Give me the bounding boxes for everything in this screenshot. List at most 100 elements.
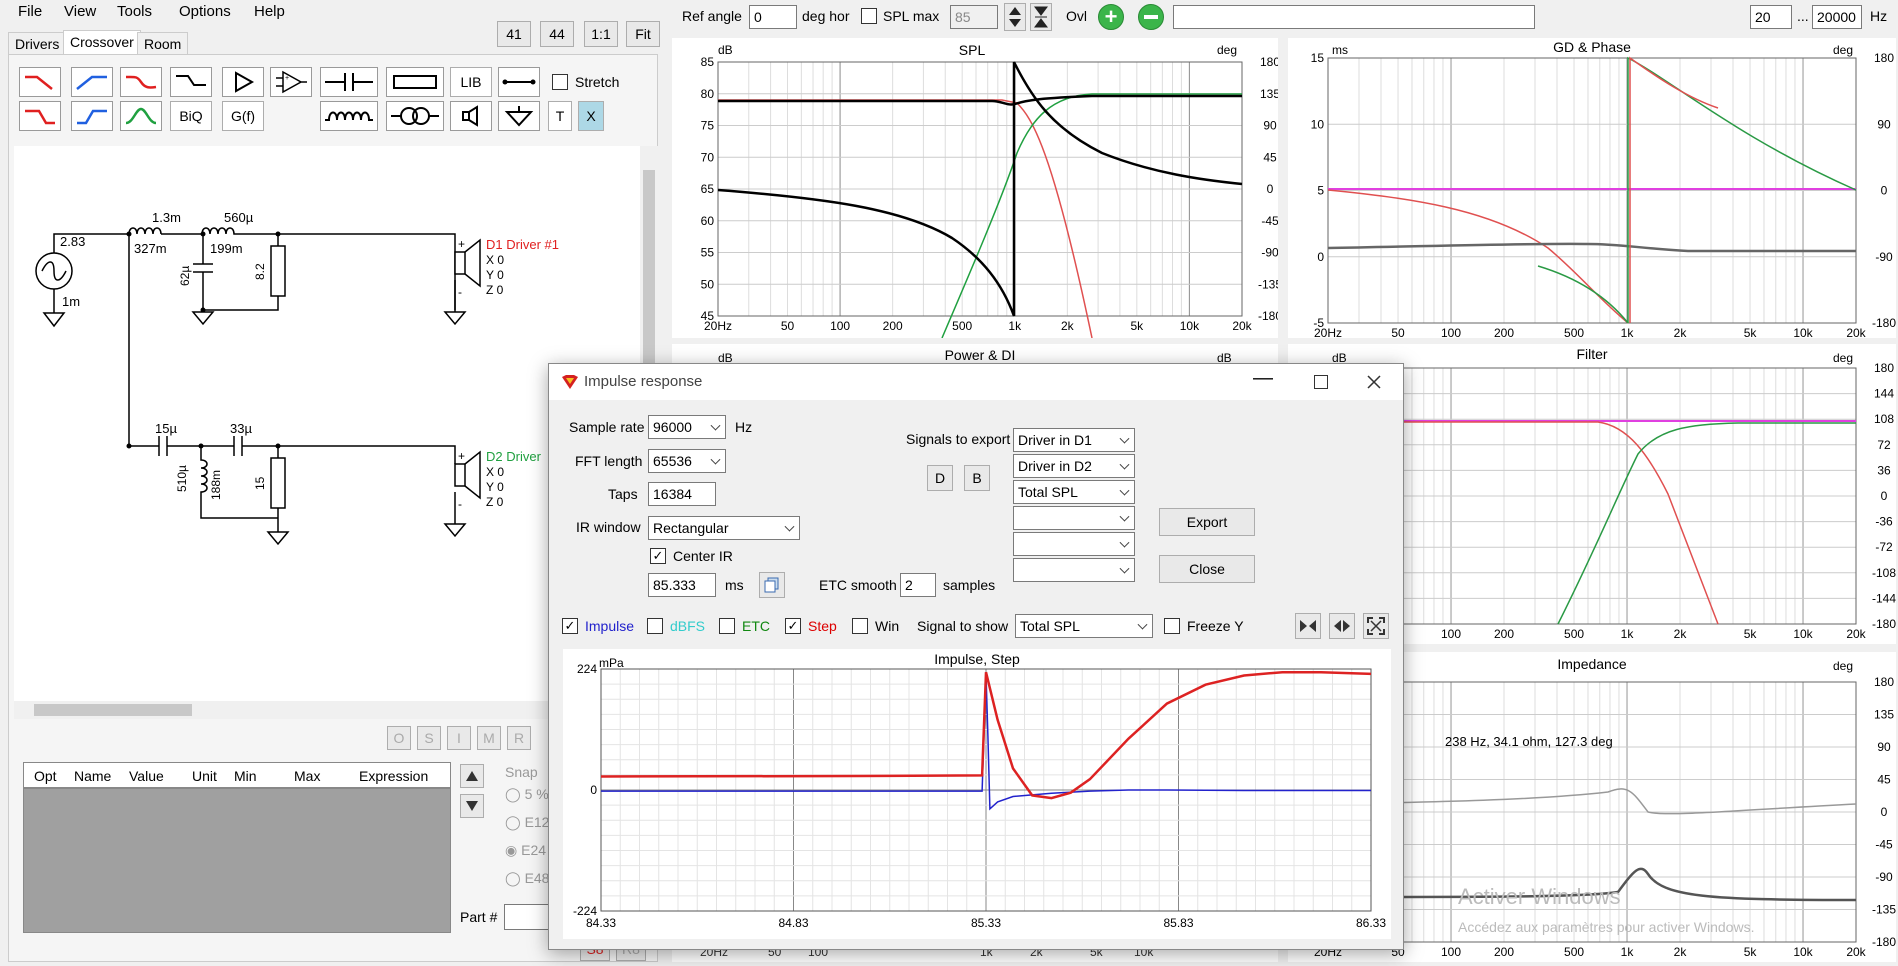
snap-e12[interactable]: ◯ E12 — [505, 814, 549, 831]
dbfs-checkbox[interactable] — [647, 618, 663, 634]
schematic-canvas[interactable]: 2.83 1m 1.3m 327m 560µ 199m 62µ 8.2 D1 D… — [14, 146, 640, 701]
freeze-y-checkbox[interactable] — [1164, 618, 1180, 634]
export-signal-2[interactable]: Driver in D2 — [1013, 454, 1135, 478]
snap-e48[interactable]: ◯ E48 — [505, 870, 549, 887]
view-1-1-button[interactable]: 1:1 — [584, 21, 618, 47]
snap-5pct[interactable]: ◯ 5 % — [505, 786, 549, 803]
tab-crossover[interactable]: Crossover — [63, 30, 141, 54]
tab-drivers[interactable]: Drivers — [8, 32, 67, 54]
export-signal-6[interactable] — [1013, 558, 1135, 582]
spl-max-input[interactable]: 85 — [950, 5, 998, 29]
menu-help[interactable]: Help — [254, 3, 285, 20]
impulse-checkbox[interactable]: ✓ — [562, 618, 578, 634]
transformer-tool[interactable] — [386, 101, 444, 131]
view-41-button[interactable]: 41 — [497, 21, 531, 47]
library-button[interactable]: LIB — [450, 67, 492, 97]
spl-spin-button[interactable] — [1004, 3, 1026, 31]
export-signal-3[interactable]: Total SPL — [1013, 480, 1135, 504]
export-signal-5[interactable] — [1013, 532, 1135, 556]
capacitor-tool[interactable] — [320, 67, 378, 97]
menu-view[interactable]: View — [64, 3, 96, 20]
spl-xtick: 1k — [1008, 319, 1022, 333]
delete-tool-button[interactable]: X — [578, 101, 604, 131]
step-checkbox[interactable]: ✓ — [785, 618, 801, 634]
fft-length-select[interactable]: 65536 — [648, 449, 726, 473]
tab-room[interactable]: Room — [137, 32, 189, 54]
lowpass2-tool[interactable] — [19, 101, 61, 131]
schematic-hscroll[interactable] — [14, 701, 640, 719]
zoom-in-x-button[interactable] — [1295, 613, 1321, 639]
dialog-titlebar[interactable]: Impulse response — — [549, 364, 1403, 400]
ir-window-select[interactable]: Rectangular — [648, 516, 800, 540]
export-signal-4[interactable] — [1013, 506, 1135, 530]
param-i-button[interactable]: I — [447, 726, 471, 750]
lowpass-tool[interactable] — [19, 67, 61, 97]
gd-phase-graph[interactable]: 20Hz 50 100 200 500 1k 2k 5k 10k 20k 15 10 5 0 -5 180 90… — [1288, 38, 1896, 340]
param-o-button[interactable]: O — [387, 726, 411, 750]
param-r-button[interactable]: R — [507, 726, 531, 750]
center-ir-checkbox[interactable]: ✓ — [650, 548, 666, 564]
transfer-function-button[interactable]: G(f) — [222, 101, 264, 131]
maximize-icon[interactable] — [1314, 375, 1328, 389]
freq-max-input[interactable]: 20000 — [1812, 5, 1862, 29]
freq-min-input[interactable]: 20 — [1750, 5, 1792, 29]
overlay-name-input[interactable] — [1173, 5, 1535, 29]
remove-overlay-button[interactable] — [1138, 4, 1164, 30]
move-down-button[interactable] — [460, 794, 484, 818]
fit-button[interactable]: Fit — [626, 21, 660, 47]
speaker-icon — [462, 105, 478, 127]
zoom-out-x-button[interactable] — [1329, 613, 1355, 639]
shelf-tool[interactable] — [120, 67, 162, 97]
spin-arrows-icon — [1009, 7, 1021, 27]
highpass-tool[interactable] — [71, 67, 113, 97]
taps-input[interactable]: 16384 — [648, 482, 716, 506]
menu-options[interactable]: Options — [179, 3, 231, 20]
move-up-button[interactable] — [460, 764, 484, 788]
hscroll-thumb[interactable] — [34, 704, 192, 716]
copy-button[interactable] — [759, 572, 785, 598]
menu-tools[interactable]: Tools — [117, 3, 152, 20]
stretch-checkbox[interactable] — [552, 74, 568, 90]
etc-smooth-input[interactable]: 2 — [900, 573, 936, 597]
wire-tool[interactable] — [498, 67, 540, 97]
close-icon[interactable] — [1367, 375, 1381, 389]
bandpass-tool[interactable] — [120, 101, 162, 131]
opamp-tool[interactable]: + — [270, 67, 312, 97]
b-button[interactable]: B — [964, 465, 990, 491]
param-table-body[interactable] — [23, 788, 451, 933]
param-s-button[interactable]: S — [417, 726, 441, 750]
ground-tool[interactable] — [498, 101, 540, 131]
resistor-tool[interactable] — [386, 67, 444, 97]
fullscreen-button[interactable] — [1363, 613, 1389, 639]
snap-e24[interactable]: ◉ E24 — [505, 842, 546, 859]
gd-xtick: 200 — [1494, 326, 1514, 338]
param-m-button[interactable]: M — [477, 726, 501, 750]
spl-fit-button[interactable] — [1030, 3, 1052, 31]
signal-show-select[interactable]: Total SPL — [1015, 614, 1153, 638]
spl-max-checkbox[interactable] — [861, 8, 877, 24]
sample-rate-select[interactable]: 96000 — [648, 415, 726, 439]
close-button[interactable]: Close — [1159, 555, 1255, 583]
buffer-tool[interactable] — [222, 67, 264, 97]
center-ms-label: ms — [725, 577, 744, 593]
view-44-button[interactable]: 44 — [540, 21, 574, 47]
highpass2-tool[interactable] — [71, 101, 113, 131]
export-signal-1[interactable]: Driver in D1 — [1013, 428, 1135, 452]
minimize-icon[interactable]: — — [1253, 367, 1273, 390]
part-input[interactable] — [504, 904, 550, 930]
menu-file[interactable]: File — [18, 3, 42, 20]
ref-angle-input[interactable]: 0 — [749, 5, 797, 29]
add-overlay-button[interactable]: + — [1098, 4, 1124, 30]
text-tool-button[interactable]: T — [548, 101, 572, 131]
impulse-step-chart[interactable]: Impulse, Step mPa 224 0 -224 84.33 84.83 85.3… — [563, 649, 1391, 939]
win-checkbox[interactable] — [852, 618, 868, 634]
step-filter-tool[interactable] — [170, 67, 212, 97]
d-button[interactable]: D — [927, 465, 953, 491]
biquad-button[interactable]: BiQ — [170, 101, 212, 131]
center-time-input[interactable]: 85.333 — [648, 573, 716, 597]
export-button[interactable]: Export — [1159, 508, 1255, 536]
inductor-tool[interactable] — [320, 101, 378, 131]
spl-graph[interactable]: 20Hz 50 100 200 500 1k 2k 5k 10k 20k 85 80 75 70 65 60 5… — [672, 38, 1282, 339]
driver-tool[interactable] — [450, 101, 492, 131]
etc-checkbox[interactable] — [719, 618, 735, 634]
